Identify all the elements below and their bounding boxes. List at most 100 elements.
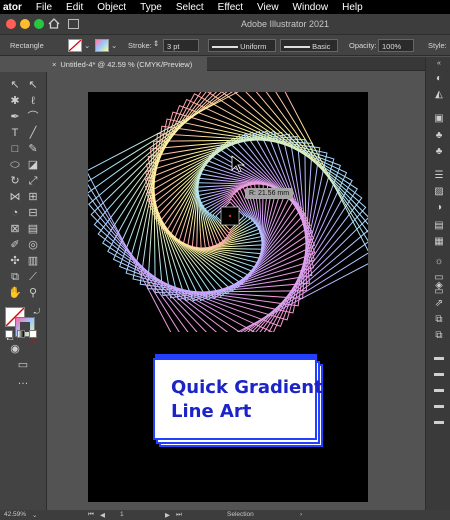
- layers-icon[interactable]: ☼: [433, 257, 445, 267]
- menu-select[interactable]: Select: [176, 2, 204, 13]
- layers-panel-icon[interactable]: ◈: [433, 281, 445, 291]
- menu-object[interactable]: Object: [97, 2, 126, 13]
- artboard[interactable]: R: 21.56 mm Quick Gradient Line Art: [88, 92, 368, 502]
- document-tab[interactable]: × Untitled-4* @ 42.59 % (CMYK/Preview): [47, 57, 207, 71]
- gradient-line-art[interactable]: [88, 92, 368, 332]
- selection-tool-icon[interactable]: ↖: [8, 78, 22, 92]
- brushes-icon[interactable]: ♣: [433, 131, 445, 141]
- opacity-label: Opacity:: [349, 41, 377, 50]
- menu-help[interactable]: Help: [342, 2, 363, 13]
- scale-tool-icon[interactable]: ⤢: [26, 174, 40, 188]
- brush-definition[interactable]: Basic: [280, 39, 338, 52]
- folder-icon[interactable]: ▬: [433, 401, 445, 411]
- gradient-mode-button[interactable]: [17, 330, 25, 338]
- screen-mode-icon[interactable]: ▭: [16, 358, 30, 372]
- rotate-tool-icon[interactable]: ↻: [8, 174, 22, 188]
- width-tool-icon[interactable]: ⋈: [8, 190, 22, 204]
- last-artboard-icon[interactable]: ⏭: [176, 511, 182, 519]
- first-artboard-icon[interactable]: ⏮: [88, 511, 94, 519]
- artboard-panel-icon[interactable]: ⧉: [433, 331, 445, 341]
- hand-tool-icon[interactable]: ✋: [8, 286, 22, 300]
- mesh-tool-icon[interactable]: ⊠: [8, 222, 22, 236]
- gradient-tool-icon[interactable]: ▤: [26, 222, 40, 236]
- direct-selection-tool-icon[interactable]: ↖: [26, 78, 40, 92]
- appearance-panel-icon[interactable]: ▤: [433, 221, 445, 231]
- eraser-icon[interactable]: ◪: [26, 158, 40, 172]
- app-menu[interactable]: ator: [0, 2, 22, 13]
- zoom-tool-icon[interactable]: ⚲: [26, 286, 40, 300]
- color-panel-icon[interactable]: ◐: [433, 74, 445, 84]
- tool-name-label: Rectangle: [10, 41, 44, 50]
- magic-wand-icon[interactable]: ✱: [8, 94, 22, 108]
- cursor-pointer-icon: [231, 155, 246, 173]
- shape-builder-icon[interactable]: ◔: [8, 206, 22, 220]
- eyedropper-icon[interactable]: ✐: [8, 238, 22, 252]
- links-icon[interactable]: ⧉: [433, 315, 445, 325]
- more-tools-icon[interactable]: …: [16, 374, 30, 388]
- menu-type[interactable]: Type: [140, 2, 162, 13]
- draw-mode-icon[interactable]: ◉: [8, 342, 22, 356]
- curvature-tool-icon[interactable]: ⌒: [26, 110, 40, 124]
- lasso-icon[interactable]: ℓ: [26, 94, 40, 108]
- variable-width-profile[interactable]: Uniform: [208, 39, 276, 52]
- prev-artboard-icon[interactable]: ◀: [100, 511, 105, 519]
- menu-window[interactable]: Window: [293, 2, 329, 13]
- collapse-panels-icon[interactable]: «: [433, 59, 445, 69]
- swap-colors-icon[interactable]: ⤾: [30, 305, 44, 319]
- free-transform-icon[interactable]: ⊞: [26, 190, 40, 204]
- color-mode-button[interactable]: [5, 330, 13, 338]
- menu-view[interactable]: View: [257, 2, 279, 13]
- folder-icon[interactable]: ▬: [433, 417, 445, 427]
- chevron-down-icon[interactable]: ⌄: [111, 41, 117, 50]
- shaper-tool-icon[interactable]: ⬭: [8, 158, 22, 172]
- blend-tool-icon[interactable]: ◎: [26, 238, 40, 252]
- symbol-sprayer-icon[interactable]: ✣: [8, 254, 22, 268]
- artboard-number[interactable]: 1: [120, 511, 124, 518]
- fill-swatch[interactable]: [68, 39, 82, 52]
- chevron-down-icon[interactable]: ⌄: [84, 41, 90, 50]
- window-title: Adobe Illustrator 2021: [240, 19, 330, 29]
- opacity-field[interactable]: 100%: [378, 39, 414, 52]
- status-arrow-icon[interactable]: ›: [300, 511, 302, 518]
- transparency-panel-icon[interactable]: ◑: [433, 203, 445, 213]
- card-title-bar: [155, 354, 317, 359]
- close-tab-icon[interactable]: ×: [52, 60, 56, 69]
- libraries-icon[interactable]: ▣: [433, 114, 445, 124]
- pen-tool-icon[interactable]: ✒: [8, 110, 22, 124]
- symbols-icon[interactable]: ♣: [433, 147, 445, 157]
- zoom-level[interactable]: 42.59%: [4, 511, 26, 518]
- stroke-panel-icon[interactable]: ☰: [433, 171, 445, 181]
- paintbrush-icon[interactable]: ✎: [26, 142, 40, 156]
- chevron-down-icon[interactable]: ⌄: [32, 511, 37, 519]
- artboard-tool-icon[interactable]: ⧉: [8, 270, 22, 284]
- tools-panel: ↖ ↖ ✱ ℓ ✒ ⌒ T ╱ □ ✎ ⬭ ◪ ↻ ⤢ ⋈ ⊞ ◔ ⊟ ⊠ ▤ …: [0, 72, 47, 510]
- column-graph-icon[interactable]: ▥: [26, 254, 40, 268]
- graphic-styles-icon[interactable]: ▦: [433, 237, 445, 247]
- type-tool-icon[interactable]: T: [8, 126, 22, 140]
- card-heading-line1: Quick Gradient: [171, 377, 323, 398]
- folder-icon[interactable]: ▬: [433, 353, 445, 363]
- canvas[interactable]: R: 21.56 mm Quick Gradient Line Art: [47, 72, 425, 510]
- text-card[interactable]: Quick Gradient Line Art: [153, 354, 323, 447]
- menu-edit[interactable]: Edit: [66, 2, 83, 13]
- document-tab-label: Untitled-4* @ 42.59 % (CMYK/Preview): [60, 60, 193, 69]
- color-guide-icon[interactable]: ◭: [433, 90, 445, 100]
- gradient-panel-icon[interactable]: ▨: [433, 187, 445, 197]
- panel-dock: « ◐ ◭ ▣ ♣ ♣ ☰ ▨ ◑ ▤ ▦ ☼ ▭ ▭ ◈ ⇗ ⧉ ⧉ ▬ ▬ …: [425, 57, 450, 510]
- none-mode-button[interactable]: [29, 330, 37, 345]
- menu-file[interactable]: File: [36, 2, 52, 13]
- slice-tool-icon[interactable]: ⟋: [26, 270, 40, 284]
- rectangle-tool-icon[interactable]: □: [8, 142, 22, 156]
- line-tool-icon[interactable]: ╱: [26, 126, 40, 140]
- menu-bar: ator File Edit Object Type Select Effect…: [0, 0, 450, 14]
- next-artboard-icon[interactable]: ▶: [165, 511, 170, 519]
- menu-effect[interactable]: Effect: [218, 2, 243, 13]
- stroke-weight-field[interactable]: 3 pt: [163, 39, 199, 52]
- perspective-grid-icon[interactable]: ⊟: [26, 206, 40, 220]
- stroke-stepper-icon[interactable]: ⇕: [153, 39, 159, 48]
- folder-icon[interactable]: ▬: [433, 385, 445, 395]
- export-icon[interactable]: ⇗: [433, 299, 445, 309]
- control-bar: Rectangle ⌄ ⌄ Stroke: ⇕ 3 pt Uniform Bas…: [0, 34, 450, 56]
- folder-icon[interactable]: ▬: [433, 369, 445, 379]
- stroke-swatch[interactable]: [95, 39, 109, 52]
